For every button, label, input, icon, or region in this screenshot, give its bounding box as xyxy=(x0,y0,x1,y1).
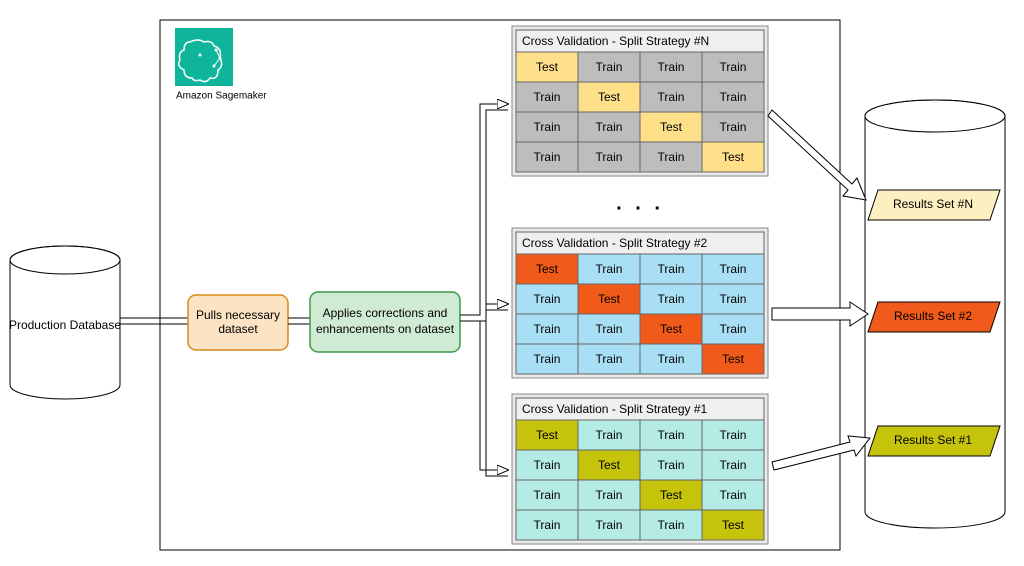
cv-cell-label: Train xyxy=(658,60,685,74)
cv-cell-label: Train xyxy=(596,262,623,276)
cv-cell-label: Test xyxy=(722,352,745,366)
arrow-table-2-to-result xyxy=(772,302,868,326)
step-apply-corrections-line2: enhancements on dataset xyxy=(316,322,455,336)
arrow-table-n-to-result xyxy=(768,110,866,200)
connector-db-to-step1 xyxy=(120,318,190,324)
cv-table-title: Cross Validation - Split Strategy #1 xyxy=(522,402,708,416)
step-apply-corrections: Applies corrections and enhancements on … xyxy=(310,292,460,352)
cv-cell-label: Train xyxy=(596,428,623,442)
cv-cell-label: Train xyxy=(720,292,747,306)
results-set-1-label: Results Set #1 xyxy=(894,433,972,447)
cv-cell-label: Train xyxy=(534,488,561,502)
cv-cell-label: Test xyxy=(660,322,683,336)
cv-cell-label: Train xyxy=(658,352,685,366)
cv-cell-label: Test xyxy=(536,262,559,276)
cv-cell-label: Test xyxy=(598,90,621,104)
production-database-label: Production Database xyxy=(9,318,121,332)
cv-cell-label: Train xyxy=(596,322,623,336)
results-set-n: Results Set #N xyxy=(868,190,1000,220)
cv-cell-label: Train xyxy=(596,518,623,532)
results-set-1: Results Set #1 xyxy=(868,426,1000,456)
cv-cell-label: Test xyxy=(660,120,683,134)
cv-cell-label: Test xyxy=(722,518,745,532)
cv-cell-label: Train xyxy=(658,90,685,104)
cv-cell-label: Train xyxy=(720,488,747,502)
cv-cell-label: Train xyxy=(720,120,747,134)
cv-cell-label: Train xyxy=(596,150,623,164)
cv-cell-label: Test xyxy=(598,458,621,472)
cv-cell-label: Train xyxy=(658,428,685,442)
sagemaker-label: Amazon Sagemaker xyxy=(176,91,267,102)
results-set-n-label: Results Set #N xyxy=(893,197,973,211)
sagemaker-icon xyxy=(175,28,233,86)
cv-cell-label: Train xyxy=(720,428,747,442)
cv-cell-label: Train xyxy=(534,458,561,472)
cv-cell-label: Train xyxy=(658,262,685,276)
cv-cell-label: Train xyxy=(534,352,561,366)
cv-cell-label: Train xyxy=(658,518,685,532)
cv-cell-label: Test xyxy=(536,428,559,442)
ellipsis: . . . xyxy=(616,192,664,214)
cv-cell-label: Train xyxy=(596,120,623,134)
cv-cell-label: Train xyxy=(658,150,685,164)
cv-cell-label: Train xyxy=(596,352,623,366)
cv-cell-label: Train xyxy=(596,488,623,502)
cv-cell-label: Test xyxy=(598,292,621,306)
cv-table-title: Cross Validation - Split Strategy #2 xyxy=(522,236,708,250)
cv-cell-label: Train xyxy=(534,90,561,104)
cv-cell-label: Train xyxy=(534,322,561,336)
cv-cell-label: Train xyxy=(720,60,747,74)
step-pull-dataset: Pulls necessary Pulls necessary dataset … xyxy=(188,295,288,350)
cv-cell-label: Train xyxy=(534,292,561,306)
branch-arrows xyxy=(460,104,508,476)
step-pull-dataset-line1: Pulls necessary xyxy=(196,308,280,322)
cv-cell-label: Train xyxy=(658,292,685,306)
results-set-2-label: Results Set #2 xyxy=(894,309,972,323)
cv-cell-label: Train xyxy=(720,458,747,472)
cv-cell-label: Train xyxy=(658,458,685,472)
step-pull-dataset-line2b: dataset xyxy=(218,322,258,336)
cv-cell-label: Train xyxy=(534,518,561,532)
cv-table-1: Cross Validation - Split Strategy #1 Test… xyxy=(512,394,768,544)
cv-table-2: Cross Validation - Split Strategy #2 Test… xyxy=(512,228,768,378)
cv-cell-label: Train xyxy=(720,90,747,104)
cv-cell-label: Train xyxy=(534,120,561,134)
production-database: Production Database xyxy=(9,246,121,399)
results-set-2: Results Set #2 xyxy=(868,302,1000,332)
connector-step1-to-step2 xyxy=(288,318,310,324)
cv-cell-label: Test xyxy=(722,150,745,164)
cv-table-title: Cross Validation - Split Strategy #N xyxy=(522,34,709,48)
cv-cell-label: Train xyxy=(720,262,747,276)
cv-cell-label: Test xyxy=(536,60,559,74)
arrow-table-1-to-result xyxy=(772,436,870,470)
cv-cell-label: Train xyxy=(720,322,747,336)
step-apply-corrections-line1: Applies corrections and xyxy=(323,306,448,320)
cv-cell-label: Train xyxy=(596,60,623,74)
cv-cell-label: Train xyxy=(534,150,561,164)
cv-cell-label: Test xyxy=(660,488,683,502)
cv-table-n: Cross Validation - Split Strategy #N Test… xyxy=(512,26,768,176)
